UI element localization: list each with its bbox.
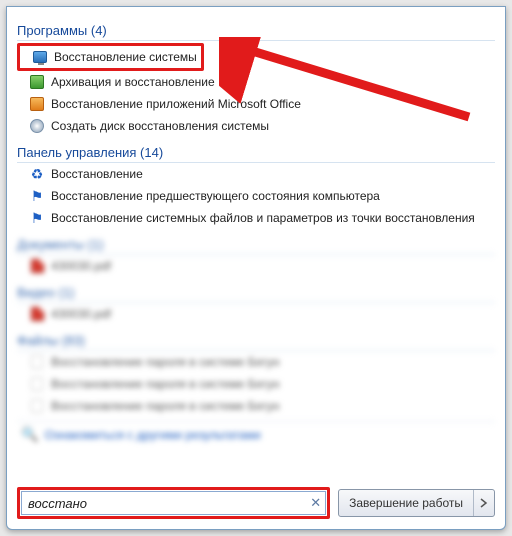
pdf-icon [29,306,45,322]
file-item[interactable]: Восстановление пароля в системе Бегун [17,373,495,395]
file-item[interactable]: Восстановление пароля в системе Бегун [17,395,495,417]
section-documents-header: Документы (1) [17,231,495,255]
pdf-icon [29,258,45,274]
program-item-label: Восстановление приложений Microsoft Offi… [51,96,301,112]
monitor-icon [32,49,48,65]
cp-item-label: Восстановление предшествующего состояния… [51,188,380,204]
search-box[interactable]: ✕ [21,491,326,515]
search-input[interactable] [28,496,310,511]
section-files-header: Файлы (83) [17,327,495,351]
section-programs-label: Программы [17,23,87,38]
program-item-office-restore[interactable]: Восстановление приложений Microsoft Offi… [17,93,495,115]
file-icon [29,354,45,370]
file-icon [29,376,45,392]
file-item-label: Восстановление пароля в системе Бегун [51,376,279,392]
search-icon: 🔍 [21,426,38,443]
file-icon [29,398,45,414]
section-files-label: Файлы [17,333,58,348]
office-icon [29,96,45,112]
file-item-label: Восстановление пароля в системе Бегун [51,398,279,414]
section-video-label: Видео [17,285,55,300]
cp-item-system-files-restore[interactable]: ⚑ Восстановление системных файлов и пара… [17,207,495,229]
shutdown-button[interactable]: Завершение работы [338,489,495,517]
search-highlight: ✕ [17,487,330,519]
shutdown-label[interactable]: Завершение работы [339,490,473,516]
shutdown-caret[interactable] [473,490,494,516]
section-programs-header: Программы (4) [17,17,495,41]
section-control-panel-header: Панель управления (14) [17,139,495,163]
section-programs-count: 4 [95,23,102,38]
video-item-label: 430030.pdf [51,306,111,322]
cp-item-previous-state[interactable]: ⚑ Восстановление предшествующего состоян… [17,185,495,207]
program-item-system-restore[interactable]: Восстановление системы [17,43,204,71]
section-control-panel-label: Панель управления [17,145,136,160]
bottom-row: ✕ Завершение работы [17,487,495,519]
program-item-create-recovery-disc[interactable]: Создать диск восстановления системы [17,115,495,137]
backup-icon [29,74,45,90]
program-item-label: Создать диск восстановления системы [51,118,269,134]
start-menu-search-panel: Программы (4) Восстановление системы Арх… [6,6,506,530]
cp-item-label: Восстановление системных файлов и параме… [51,210,475,226]
see-more-label: Ознакомиться с другими результатами [44,428,260,442]
file-item[interactable]: Восстановление пароля в системе Бегун [17,351,495,373]
file-item-label: Восстановление пароля в системе Бегун [51,354,279,370]
section-documents-label: Документы [17,237,84,252]
chevron-right-icon [480,498,488,508]
disc-icon [29,118,45,134]
video-item[interactable]: 430030.pdf [17,303,495,325]
program-item-label: Восстановление системы [54,49,197,65]
section-files-count: 83 [66,333,80,348]
section-control-panel-count: 14 [144,145,158,160]
document-item[interactable]: 430030.pdf [17,255,495,277]
flag-icon: ⚑ [29,210,45,226]
cp-item-recovery[interactable]: ♻ Восстановление [17,163,495,185]
program-item-label: Архивация и восстановление [51,74,215,90]
section-video-count: 1 [63,285,70,300]
section-documents-count: 1 [92,237,99,252]
restore-icon: ♻ [29,166,45,182]
see-more-results[interactable]: 🔍 Ознакомиться с другими результатами [17,421,495,447]
cp-item-label: Восстановление [51,166,143,182]
flag-icon: ⚑ [29,188,45,204]
clear-icon[interactable]: ✕ [310,495,321,511]
document-item-label: 430030.pdf [51,258,111,274]
program-item-backup-restore[interactable]: Архивация и восстановление [17,71,495,93]
section-video-header: Видео (1) [17,279,495,303]
